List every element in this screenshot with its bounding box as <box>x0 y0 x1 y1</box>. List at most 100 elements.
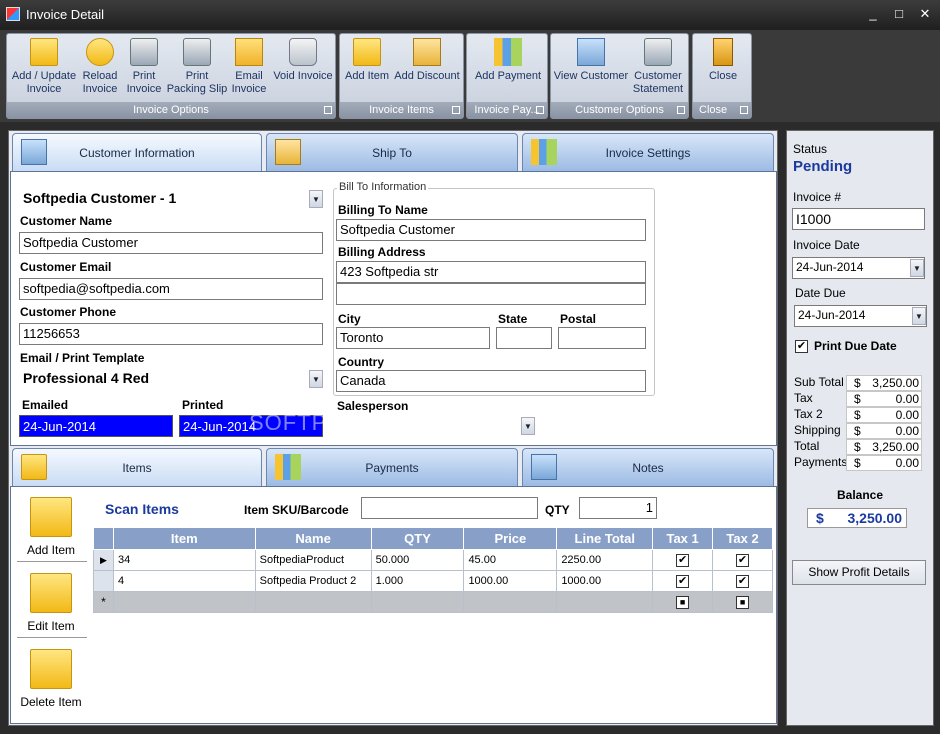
column-header-item[interactable]: Item <box>112 527 256 550</box>
main-area: Customer Information Ship To Invoice Set… <box>8 130 778 726</box>
tax2-checkbox[interactable]: ✔ <box>736 553 750 567</box>
dialog-launcher-icon[interactable] <box>452 106 460 114</box>
sku-input[interactable] <box>361 497 538 519</box>
customer-phone-field[interactable]: 11256653 <box>19 323 323 345</box>
billing-name-field[interactable]: Softpedia Customer <box>336 219 646 241</box>
cell-qty[interactable]: 50.000 <box>370 549 465 571</box>
maximize-button[interactable]: □ <box>890 6 908 22</box>
dropdown-arrow-icon[interactable]: ▼ <box>309 190 323 208</box>
tab-customer-information[interactable]: Customer Information <box>12 133 262 171</box>
tab-notes[interactable]: Notes <box>522 448 774 486</box>
cell-price[interactable]: 45.00 <box>463 549 558 571</box>
column-header-name[interactable]: Name <box>254 527 372 550</box>
void-invoice-button[interactable]: Void Invoice <box>271 38 335 83</box>
billing-address-line2-field[interactable] <box>336 283 646 305</box>
tax2-checkbox[interactable]: ■ <box>736 595 750 609</box>
cell-item[interactable]: 4 <box>112 570 256 592</box>
dialog-launcher-icon[interactable] <box>324 106 332 114</box>
print-invoice-button[interactable]: Print Invoice <box>123 38 165 96</box>
cell-name[interactable]: Softpedia Product 2 <box>254 570 372 592</box>
state-field[interactable] <box>496 327 552 349</box>
emailed-date-field[interactable]: 24-Jun-2014 <box>19 415 173 437</box>
printed-date-field[interactable]: 24-Jun-2014 <box>179 415 323 437</box>
summary-row-total: Total $3,250.00 <box>794 439 934 455</box>
qty-input[interactable]: 1 <box>579 497 657 519</box>
salesperson-select[interactable]: ▼ <box>337 415 535 437</box>
reload-invoice-button[interactable]: Reload Invoice <box>77 38 123 96</box>
balance-value-box: $ 3,250.00 <box>807 508 907 528</box>
add-payment-button[interactable]: Add Payment <box>469 38 547 83</box>
billing-address-line1-field[interactable]: 423 Softpedia str <box>336 261 646 283</box>
postal-field[interactable] <box>558 327 646 349</box>
billing-name-label: Billing To Name <box>338 203 428 217</box>
table-row[interactable]: ▶ 34 SoftpediaProduct 50.000 45.00 2250.… <box>93 549 773 571</box>
tab-invoice-settings[interactable]: Invoice Settings <box>522 133 774 171</box>
cell-line-total[interactable]: 1000.00 <box>556 570 654 592</box>
column-header-tax1[interactable]: Tax 1 <box>652 527 714 550</box>
table-row[interactable]: 4 Softpedia Product 2 1.000 1000.00 1000… <box>93 570 773 592</box>
bill-to-fieldset: Bill To Information Billing To Name Soft… <box>333 181 655 396</box>
tab-items[interactable]: Items <box>12 448 262 486</box>
tax1-checkbox[interactable]: ✔ <box>676 553 690 567</box>
new-row-marker[interactable]: * <box>93 591 114 613</box>
minimize-button[interactable]: _ <box>864 6 882 22</box>
dropdown-arrow-icon[interactable]: ▼ <box>309 370 323 388</box>
dropdown-arrow-icon[interactable]: ▼ <box>521 417 535 435</box>
tax1-checkbox[interactable]: ✔ <box>676 574 690 588</box>
tax1-checkbox[interactable]: ■ <box>676 595 690 609</box>
cell-name[interactable]: SoftpediaProduct <box>254 549 372 571</box>
country-field[interactable]: Canada <box>336 370 646 392</box>
row-selector[interactable] <box>93 570 114 592</box>
customer-email-field[interactable]: softpedia@softpedia.com <box>19 278 323 300</box>
cell-qty[interactable]: 1.000 <box>370 570 465 592</box>
email-invoice-button[interactable]: Email Invoice <box>227 38 271 96</box>
tax2-checkbox[interactable]: ✔ <box>736 574 750 588</box>
edit-item-button[interactable]: Edit Item <box>17 573 85 633</box>
invoice-date-picker[interactable]: 24-Jun-2014 ▼ <box>792 257 925 279</box>
customer-name-field[interactable]: Softpedia Customer <box>19 232 323 254</box>
table-new-row[interactable]: * ■ ■ <box>93 591 773 613</box>
city-field[interactable]: Toronto <box>336 327 490 349</box>
template-select[interactable]: Professional 4 Red ▼ <box>19 368 323 390</box>
printed-label: Printed <box>182 398 224 412</box>
add-discount-button[interactable]: Add Discount <box>392 38 462 83</box>
dialog-launcher-icon[interactable] <box>677 106 685 114</box>
payments-icon <box>275 454 301 480</box>
add-item-button[interactable]: Add Item <box>17 497 85 557</box>
column-header-line-total[interactable]: Line Total <box>556 527 654 550</box>
cell-item[interactable]: 34 <box>112 549 256 571</box>
column-header-price[interactable]: Price <box>463 527 558 550</box>
cell-line-total[interactable]: 2250.00 <box>556 549 654 571</box>
print-packing-slip-button[interactable]: Print Packing Slip <box>165 38 229 96</box>
date-due-picker[interactable]: 24-Jun-2014 ▼ <box>794 305 927 327</box>
close-button[interactable]: Close <box>695 38 751 83</box>
customer-statement-button[interactable]: Customer Statement <box>627 38 689 96</box>
view-customer-button[interactable]: View Customer <box>553 38 629 83</box>
calendar-dropdown-icon[interactable]: ▼ <box>912 307 926 325</box>
dialog-launcher-icon[interactable] <box>536 106 544 114</box>
close-window-button[interactable]: ✕ <box>916 6 934 22</box>
column-header-tax2[interactable]: Tax 2 <box>712 527 773 550</box>
printer-icon <box>183 38 211 66</box>
tab-ship-to[interactable]: Ship To <box>266 133 518 171</box>
notes-icon <box>531 454 557 480</box>
delete-item-button[interactable]: Delete Item <box>17 649 85 709</box>
calendar-dropdown-icon[interactable]: ▼ <box>910 259 924 277</box>
print-due-date-checkbox[interactable]: ✔ <box>795 340 808 353</box>
customer-select[interactable]: Softpedia Customer - 1 ▼ <box>19 188 323 210</box>
add-folder-icon <box>30 497 72 537</box>
group-invoice-payments: Add Payment Invoice Pay... <box>466 33 548 119</box>
show-profit-details-button[interactable]: Show Profit Details <box>792 560 926 585</box>
column-header-qty[interactable]: QTY <box>370 527 465 550</box>
cell-price[interactable]: 1000.00 <box>463 570 558 592</box>
add-update-invoice-button[interactable]: Add / Update Invoice <box>9 38 79 96</box>
tab-payments[interactable]: Payments <box>266 448 518 486</box>
reload-icon <box>86 38 114 66</box>
bill-to-legend: Bill To Information <box>337 181 429 193</box>
add-item-ribbon-button[interactable]: Add Item <box>342 38 392 83</box>
invoice-number-field[interactable]: I1000 <box>792 208 925 230</box>
payment-icon <box>494 38 522 66</box>
dialog-launcher-icon[interactable] <box>740 106 748 114</box>
trash-icon <box>289 38 317 66</box>
row-selector[interactable]: ▶ <box>93 549 114 571</box>
